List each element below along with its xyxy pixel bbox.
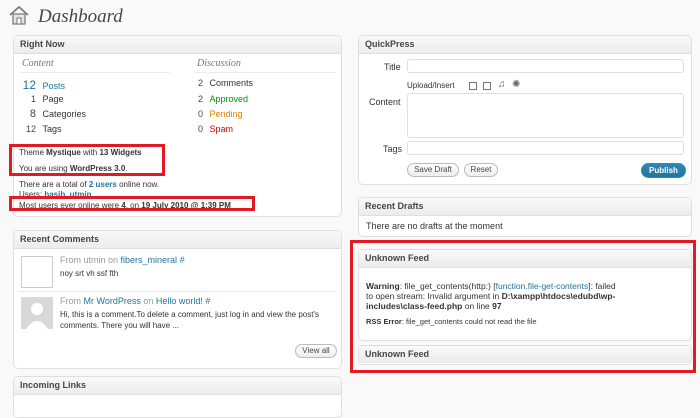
page-link[interactable]: Page — [43, 94, 64, 104]
posts-count[interactable]: 12 — [20, 78, 36, 92]
no-drafts-message: There are no drafts at the moment — [366, 221, 503, 231]
video-icon[interactable] — [483, 82, 491, 90]
recent-comments-title[interactable]: Recent Comments — [14, 231, 341, 249]
comment-2-text-line-2: comments. There you will have ... — [60, 321, 180, 330]
online-info: There are a total of 2 users online now. — [19, 180, 159, 189]
comment-2-author-link[interactable]: Mr WordPress — [84, 296, 141, 306]
categories-count[interactable]: 8 — [20, 108, 36, 120]
quickpress-widget: QuickPress Title Upload/Insert ♫ ✺ Conte… — [358, 35, 692, 185]
home-icon — [9, 5, 29, 25]
right-now-widget: Right Now Content Discussion 12 Posts 1 … — [13, 35, 342, 217]
content-row-page: 1 Page — [20, 94, 64, 104]
tags-link[interactable]: Tags — [43, 124, 62, 134]
avatar-mystery-icon — [21, 297, 53, 329]
discussion-row-pending: 0 Pending — [195, 109, 243, 119]
incoming-links-widget: Incoming Links — [13, 376, 342, 418]
view-all-button[interactable]: View all — [295, 344, 337, 358]
discussion-heading: Discussion — [197, 58, 241, 69]
comment-2-on: on — [140, 296, 156, 306]
online-prefix: There are a total of — [19, 180, 89, 189]
discussion-row-spam: 0 Spam — [195, 124, 233, 134]
content-row-posts: 12 Posts — [20, 78, 65, 92]
discussion-row-approved: 2 Approved — [195, 94, 248, 104]
comment-2-text-line-1: Hi, this is a comment.To delete a commen… — [60, 310, 319, 319]
recent-drafts-widget: Recent Drafts There are no drafts at the… — [358, 197, 692, 237]
highlight-box-theme-version — [9, 144, 165, 176]
content-textarea[interactable] — [407, 93, 684, 138]
comments-link[interactable]: Comments — [210, 78, 254, 88]
comment-1-hash-link[interactable]: # — [177, 255, 185, 265]
spam-count[interactable]: 0 — [195, 124, 203, 134]
content-label: Content — [369, 97, 401, 107]
incoming-links-title[interactable]: Incoming Links — [14, 377, 341, 395]
pending-link[interactable]: Pending — [210, 109, 243, 119]
approved-count[interactable]: 2 — [195, 94, 203, 104]
spam-link[interactable]: Spam — [210, 124, 234, 134]
content-row-tags: 12 Tags — [20, 124, 62, 134]
right-now-title[interactable]: Right Now — [14, 36, 341, 54]
highlight-box-most-online — [9, 196, 255, 211]
tags-count[interactable]: 12 — [20, 124, 36, 134]
content-heading: Content — [22, 58, 54, 69]
approved-link[interactable]: Approved — [210, 94, 249, 104]
tags-label: Tags — [383, 144, 403, 154]
content-row-categories: 8 Categories — [20, 108, 86, 120]
pending-count[interactable]: 0 — [195, 109, 203, 119]
quickpress-title[interactable]: QuickPress — [359, 36, 691, 54]
save-draft-button[interactable]: Save Draft — [407, 163, 459, 177]
comment-2-post-link[interactable]: Hello world! — [156, 296, 203, 306]
comment-1-text: noy srt vh ssf fth — [60, 269, 119, 278]
discussion-row-comments: 2 Comments — [195, 78, 253, 88]
recent-drafts-title[interactable]: Recent Drafts — [359, 198, 691, 216]
avatar-blank — [21, 256, 53, 288]
comment-2-hash-link[interactable]: # — [203, 296, 210, 306]
comment-2-meta: From Mr WordPress on Hello world! # — [60, 296, 210, 306]
categories-link[interactable]: Categories — [43, 109, 87, 119]
reset-button[interactable]: Reset — [464, 163, 498, 177]
page-count[interactable]: 1 — [20, 94, 36, 104]
comment-2-from: From — [60, 296, 84, 306]
title-label: Title — [384, 62, 401, 72]
audio-icon[interactable]: ♫ — [498, 79, 506, 90]
comment-1-from: From utmin on — [60, 255, 121, 265]
image-icon[interactable] — [469, 82, 477, 90]
media-icon[interactable]: ✺ — [512, 79, 520, 90]
online-users-link[interactable]: 2 users — [89, 180, 117, 189]
tags-input[interactable] — [407, 141, 684, 155]
comment-1-meta: From utmin on fibers_mineral # — [60, 255, 185, 265]
comment-1-post-link[interactable]: fibers_mineral — [121, 255, 178, 265]
page-title: Dashboard — [38, 6, 123, 27]
recent-comments-widget: Recent Comments From utmin on fibers_min… — [13, 230, 342, 369]
posts-link[interactable]: Posts — [43, 81, 66, 91]
online-suffix: online now. — [116, 180, 160, 189]
publish-button[interactable]: Publish — [641, 163, 686, 178]
highlight-box-unknown-feed — [350, 240, 696, 373]
comments-count[interactable]: 2 — [195, 78, 203, 88]
upload-insert-label: Upload/Insert — [407, 81, 455, 90]
title-input[interactable] — [407, 59, 684, 73]
